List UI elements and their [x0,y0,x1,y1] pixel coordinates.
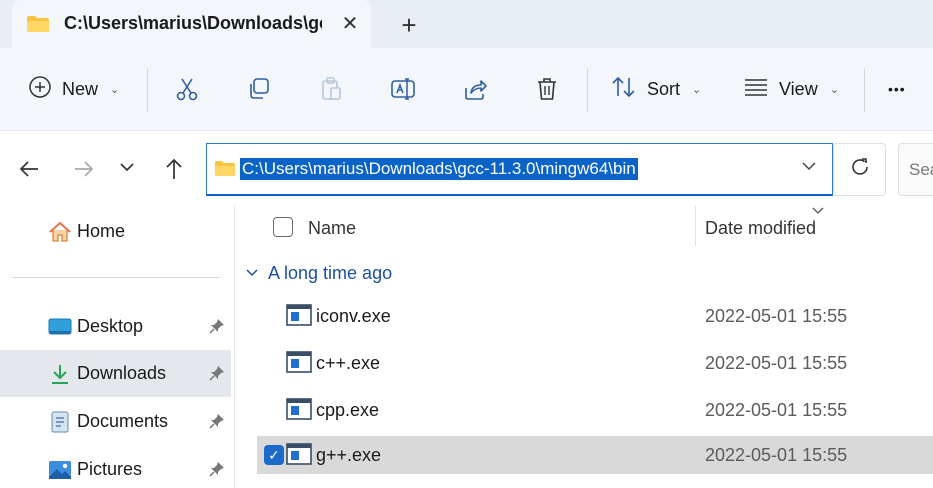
pin-icon[interactable] [208,364,226,382]
copy-icon[interactable] [246,76,272,102]
executable-file-icon [286,443,312,465]
column-header-name[interactable]: Name [308,218,356,239]
file-list: Name Date modified A long time ago iconv… [235,206,933,488]
group-header[interactable]: A long time ago [245,263,392,284]
new-label: New [62,78,99,99]
select-all-checkbox[interactable] [273,217,293,237]
chevron-down-icon: ⌄ [110,83,120,96]
back-arrow-icon[interactable] [17,156,43,182]
file-date-modified: 2022-05-01 15:55 [705,445,848,465]
sidebar-item-desktop[interactable]: Desktop [0,303,231,350]
home-icon [48,220,72,244]
list-item[interactable]: cpp.exe 2022-05-01 15:55 [257,391,933,429]
address-bar[interactable]: C:\Users\marius\Downloads\gcc-11.3.0\min… [206,143,833,196]
toolbar-divider [587,68,588,112]
list-item-selected[interactable]: ✓ g++.exe 2022-05-01 15:55 [257,436,933,474]
item-checkbox[interactable]: ✓ [264,445,284,465]
executable-file-icon [286,304,312,326]
documents-icon [48,410,72,434]
toolbar-divider [864,68,865,112]
search-input[interactable]: Sea [898,143,933,196]
pictures-icon [48,458,72,482]
command-bar: New ⌄ Sort ⌄ View ⌄ ••• [0,48,933,131]
file-date-modified: 2022-05-01 15:55 [705,400,848,420]
chevron-down-icon [245,267,259,281]
sort-button[interactable]: Sort ⌄ [611,70,701,108]
sidebar-item-label: Pictures [77,459,143,479]
pin-icon[interactable] [208,412,226,430]
sidebar-item-documents[interactable]: Documents [0,398,231,445]
up-arrow-icon[interactable] [161,156,187,182]
sidebar-item-pictures[interactable]: Pictures [0,446,231,488]
plus-circle-icon [28,75,52,104]
share-icon[interactable] [462,76,488,102]
file-date-modified: 2022-05-01 15:55 [705,306,848,326]
forward-arrow-icon[interactable] [70,156,96,182]
file-name: c++.exe [316,353,381,373]
delete-icon[interactable] [534,76,560,102]
pin-icon[interactable] [208,317,226,335]
tab-title: C:\Users\marius\Downloads\gcc-11.3.0\min… [64,13,322,33]
group-label: A long time ago [268,263,393,283]
folder-icon [214,160,236,182]
sidebar-item-label: Home [77,221,126,241]
sidebar-item-downloads[interactable]: Downloads [0,350,231,397]
refresh-button[interactable] [833,143,886,196]
new-tab-button[interactable]: + [394,10,424,40]
list-item[interactable]: c++.exe 2022-05-01 15:55 [257,344,933,382]
pin-icon[interactable] [208,460,226,478]
address-path-text[interactable]: C:\Users\marius\Downloads\gcc-11.3.0\min… [240,158,638,180]
column-header-date-modified[interactable]: Date modified [705,218,816,239]
downloads-icon [48,362,72,386]
sidebar-item-home[interactable]: Home [0,208,231,255]
tab-strip: C:\Users\marius\Downloads\gcc-11.3.0\min… [0,0,933,48]
recent-locations-chevron-icon[interactable] [117,157,143,183]
more-options-button[interactable]: ••• [888,70,906,108]
sort-icon [611,75,637,104]
navigation-pane: Home Desktop Downloads Documents Picture… [0,206,234,488]
view-icon [743,77,769,102]
chevron-down-icon[interactable] [802,160,816,174]
new-button[interactable]: New ⌄ [28,70,119,108]
column-resize-handle[interactable] [695,206,696,246]
rename-icon[interactable] [390,76,416,102]
list-item[interactable]: iconv.exe 2022-05-01 15:55 [257,297,933,335]
sidebar-item-label: Desktop [77,316,144,336]
sidebar-divider [12,277,220,278]
file-name: cpp.exe [316,400,380,420]
cut-icon[interactable] [174,76,200,102]
file-name: g++.exe [316,445,382,465]
toolbar-divider [147,68,148,112]
chevron-down-icon: ⌄ [692,83,702,96]
sidebar-item-label: Downloads [77,363,167,383]
more-icon: ••• [888,81,906,97]
desktop-icon [48,315,72,339]
chevron-down-icon: ⌄ [829,83,839,96]
close-tab-icon[interactable]: ✕ [337,11,363,37]
executable-file-icon [286,398,312,420]
file-name: iconv.exe [316,306,391,326]
tab-current-folder[interactable]: C:\Users\marius\Downloads\gcc-11.3.0\min… [12,0,371,48]
folder-icon [26,15,50,38]
sidebar-item-label: Documents [77,411,169,431]
file-date-modified: 2022-05-01 15:55 [705,353,848,373]
sort-label: Sort [647,78,681,99]
view-label: View [779,78,818,99]
view-button[interactable]: View ⌄ [743,70,839,108]
refresh-icon [849,156,871,183]
executable-file-icon [286,351,312,373]
paste-icon[interactable] [318,76,344,102]
